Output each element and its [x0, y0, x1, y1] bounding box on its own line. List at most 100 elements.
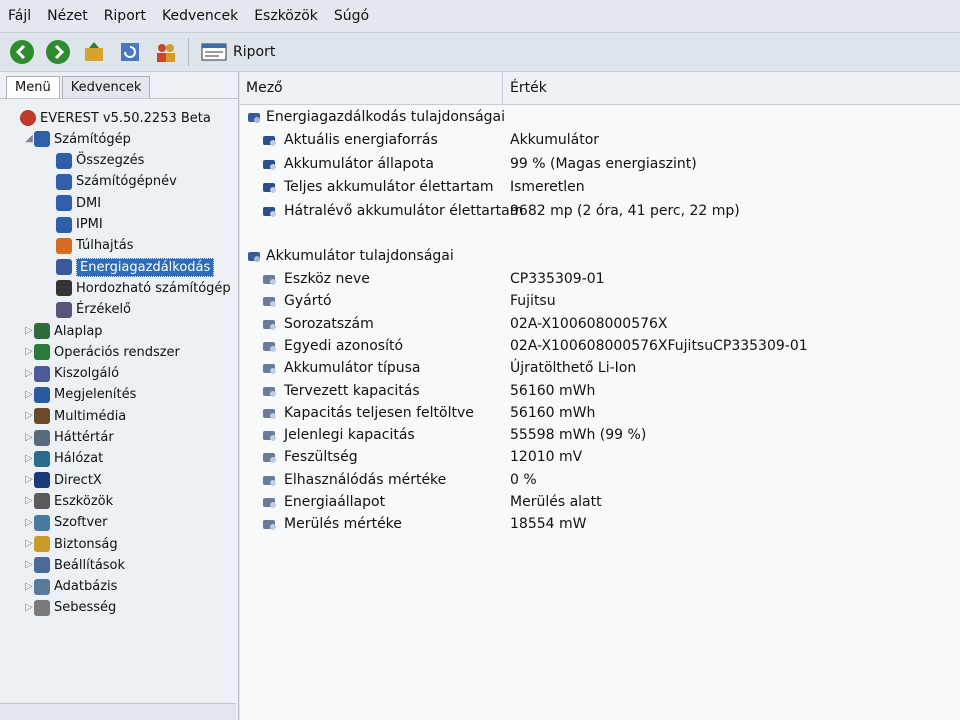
menu-file[interactable]: Fájl — [0, 8, 39, 24]
tree-item[interactable]: Összegzés — [56, 151, 144, 171]
tree-item[interactable]: DMI — [56, 193, 101, 213]
tree-item[interactable]: ▷ Megjelenítés — [24, 385, 136, 405]
expand-arrow-icon[interactable]: ▷ — [24, 389, 34, 400]
field-label: Feszültség — [284, 449, 358, 466]
report-button[interactable]: Riport — [201, 42, 275, 62]
refresh-button[interactable] — [116, 38, 144, 66]
expand-arrow-icon[interactable]: ▷ — [24, 560, 34, 570]
tree-item[interactable]: Hordozható számítógép — [56, 278, 231, 298]
tree-item[interactable]: ▷ Kiszolgáló — [24, 364, 119, 384]
detail-row[interactable]: Merülés mértéke 18554 mW — [240, 513, 960, 535]
expand-arrow-icon[interactable]: ▷ — [24, 602, 34, 613]
tree-item[interactable]: ▷ DirectX — [24, 470, 102, 490]
detail-row[interactable]: Egyedi azonosító 02A-X100608000576XFujits… — [240, 335, 960, 357]
tab-favorites[interactable]: Kedvencek — [61, 76, 151, 98]
back-button[interactable] — [8, 38, 36, 66]
detail-row[interactable]: Teljes akkumulátor élettartam Ismeretlen — [240, 176, 960, 198]
battery-icon — [262, 203, 278, 219]
multimedia-icon — [34, 408, 50, 425]
header-value[interactable]: Érték — [510, 80, 547, 96]
detail-row[interactable]: Tervezett kapacitás 56160 mWh — [240, 380, 960, 402]
detail-row[interactable]: Eszköz neve CP335309-01 — [240, 268, 960, 290]
detail-row[interactable]: Jelenlegi kapacitás 55598 mWh (99 %) — [240, 424, 960, 446]
computer-icon — [56, 195, 72, 212]
detail-row[interactable]: Kapacitás teljesen feltöltve 56160 mWh — [240, 402, 960, 424]
expand-arrow-icon[interactable]: ▷ — [24, 517, 34, 528]
tree-item-label: DMI — [76, 195, 102, 211]
expand-arrow-icon[interactable]: ▷ — [24, 368, 34, 379]
horizontal-scrollbar[interactable] — [0, 703, 236, 720]
menu-help[interactable]: Súgó — [326, 8, 377, 24]
tree-item[interactable]: ◢ Számítógép — [24, 129, 131, 149]
tab-menu[interactable]: Menü — [6, 76, 60, 98]
tree-item[interactable]: ▷ Biztonság — [24, 534, 118, 554]
tree-item[interactable]: ▷ Adatbázis — [24, 577, 117, 597]
expand-arrow-icon[interactable]: ▷ — [24, 453, 34, 464]
expand-arrow-icon[interactable]: ▷ — [24, 581, 34, 592]
expand-arrow-icon[interactable]: ▷ — [24, 347, 34, 357]
detail-row[interactable]: Hátralévő akkumulátor élettartam 9682 mp … — [240, 200, 960, 222]
up-button[interactable] — [80, 38, 108, 66]
settings-icon — [34, 557, 50, 574]
detail-row[interactable]: Aktuális energiaforrás Akkumulátor — [240, 129, 960, 151]
tree-item[interactable]: ▷ Operációs rendszer — [24, 342, 180, 362]
detail-row[interactable]: Sorozatszám 02A-X100608000576X — [240, 313, 960, 335]
detail-row[interactable]: Akkumulátor típusa Újratölthető Li-Ion — [240, 357, 960, 379]
field-label: Tervezett kapacitás — [284, 382, 420, 399]
menu-tools[interactable]: Eszközök — [246, 8, 326, 24]
tree-item[interactable]: Érzékelő — [56, 300, 131, 320]
tree-item[interactable]: Túlhajtás — [56, 236, 133, 256]
devices-icon — [34, 493, 50, 510]
field-label: Kapacitás teljesen feltöltve — [284, 404, 474, 421]
expand-arrow-icon[interactable]: ▷ — [24, 432, 34, 443]
header-divider[interactable] — [502, 72, 503, 104]
tree-item[interactable]: ▷ Eszközök — [24, 491, 113, 511]
users-button[interactable] — [152, 38, 180, 66]
menu-favorites[interactable]: Kedvencek — [154, 8, 246, 24]
tree-item[interactable]: Energiagazdálkodás — [56, 257, 215, 277]
tree-item-label: DirectX — [54, 472, 102, 488]
detail-row[interactable]: Energiaállapot Merülés alatt — [240, 491, 960, 513]
menu-report[interactable]: Riport — [96, 8, 154, 24]
field-value: 9682 mp (2 óra, 41 perc, 22 mp) — [510, 202, 740, 219]
tree-item[interactable]: ▷ Multimédia — [24, 406, 126, 426]
expand-arrow-icon[interactable]: ▷ — [24, 496, 34, 506]
battery-icon — [262, 449, 278, 465]
left-panel: Menü Kedvencek EVEREST v5.50.2253 Beta ◢ S… — [0, 72, 239, 720]
tree-item[interactable]: ▷ Sebesség — [24, 598, 116, 618]
report-label: Riport — [233, 44, 276, 60]
battery-section-icon — [246, 248, 262, 264]
header-field[interactable]: Mező — [246, 80, 283, 96]
up-folder-icon — [85, 42, 103, 61]
forward-button[interactable] — [44, 38, 72, 66]
tree-item[interactable]: ▷ Háttértár — [24, 428, 114, 448]
detail-row[interactable]: Gyártó Fujitsu — [240, 290, 960, 312]
battery-icon — [262, 427, 278, 443]
toolbar-separator — [188, 38, 189, 66]
computer-icon — [56, 173, 72, 190]
storage-icon — [34, 429, 50, 446]
expand-arrow-icon[interactable]: ▷ — [24, 411, 34, 421]
expand-arrow-icon[interactable]: ▷ — [24, 475, 34, 485]
tree-item-label: IPMI — [76, 217, 103, 232]
tree-item[interactable]: ▷ Hálózat — [24, 449, 103, 469]
tree-item[interactable]: ▷ Szoftver — [24, 513, 108, 533]
expand-arrow-icon[interactable]: ◢ — [24, 134, 34, 144]
network-icon — [34, 450, 50, 467]
field-label: Energiaállapot — [284, 494, 386, 510]
menu-view[interactable]: Nézet — [39, 8, 96, 24]
battery-section-icon — [246, 109, 262, 125]
tree-item[interactable]: ▷ Alaplap — [24, 321, 103, 341]
expand-arrow-icon[interactable]: ▷ — [24, 326, 34, 336]
server-icon — [34, 365, 50, 382]
expand-arrow-icon[interactable]: ▷ — [24, 539, 34, 549]
field-label: Eszköz neve — [284, 271, 370, 287]
tree-item[interactable]: IPMI — [56, 215, 103, 235]
directx-icon — [34, 472, 50, 489]
detail-row[interactable]: Feszültség 12010 mV — [240, 446, 960, 468]
tree-item[interactable]: ▷ Beállítások — [24, 555, 125, 575]
tree-item[interactable]: EVEREST v5.50.2253 Beta — [10, 108, 211, 128]
detail-row[interactable]: Elhasználódás mértéke 0 % — [240, 469, 960, 491]
tree-item[interactable]: Számítógépnév — [56, 172, 177, 192]
detail-row[interactable]: Akkumulátor állapota 99 % (Magas energias… — [240, 153, 960, 175]
